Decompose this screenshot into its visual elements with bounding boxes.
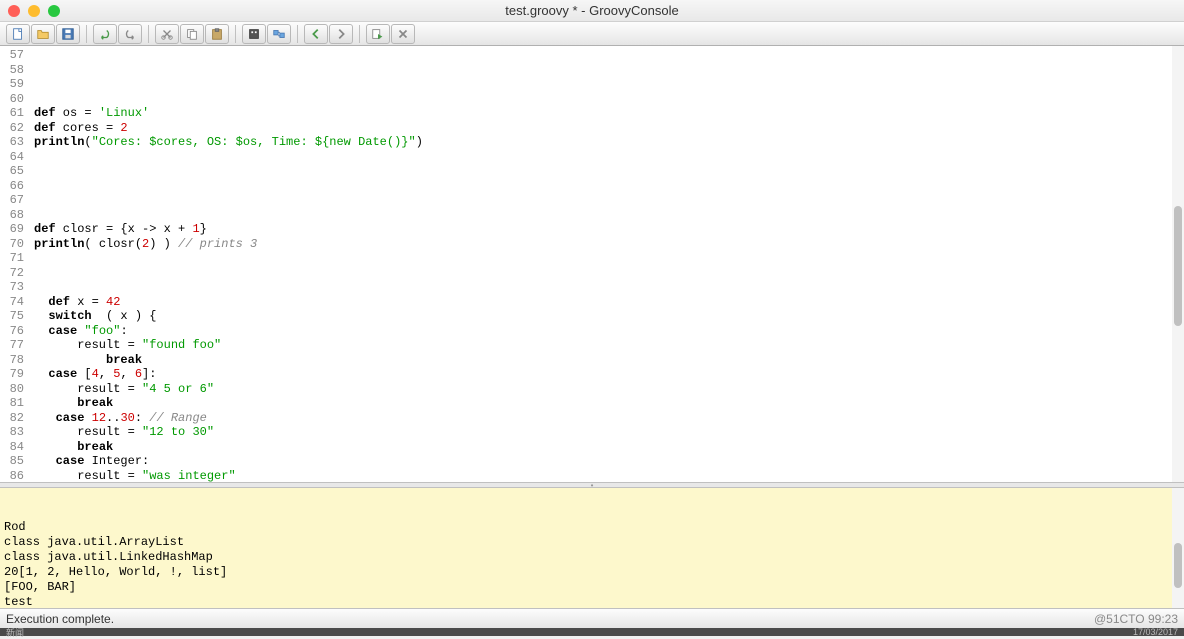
output-console[interactable]: Rod class java.util.ArrayList class java… <box>0 488 1184 608</box>
replace-button[interactable] <box>267 24 291 44</box>
history-next-icon <box>334 27 348 41</box>
cut-button[interactable] <box>155 24 179 44</box>
history-next-button[interactable] <box>329 24 353 44</box>
title-bar: test.groovy * - GroovyConsole <box>0 0 1184 22</box>
editor-scroll-thumb[interactable] <box>1174 206 1182 326</box>
history-prev-button[interactable] <box>304 24 328 44</box>
watermark-text: @51CTO <box>1094 612 1145 626</box>
history-prev-icon <box>309 27 323 41</box>
cut-icon <box>160 27 174 41</box>
copy-button[interactable] <box>180 24 204 44</box>
output-content: Rod class java.util.ArrayList class java… <box>4 520 1180 608</box>
code-editor[interactable]: 57 58 59 60 61 62 63 64 65 66 67 68 69 7… <box>0 46 1184 482</box>
paste-button[interactable] <box>205 24 229 44</box>
line-number-gutter: 57 58 59 60 61 62 63 64 65 66 67 68 69 7… <box>0 46 30 482</box>
copy-icon <box>185 27 199 41</box>
run-icon <box>371 27 385 41</box>
undo-icon <box>98 27 112 41</box>
minimize-window-button[interactable] <box>28 5 40 17</box>
open-file-button[interactable] <box>31 24 55 44</box>
os-bottom-strip: 新闻 17/03/2017 <box>0 628 1184 636</box>
paste-icon <box>210 27 224 41</box>
new-file-button[interactable] <box>6 24 30 44</box>
cursor-position: 99:23 <box>1148 612 1178 626</box>
undo-button[interactable] <box>93 24 117 44</box>
open-file-icon <box>36 27 50 41</box>
save-icon <box>61 27 75 41</box>
replace-icon <box>272 27 286 41</box>
find-icon <box>247 27 261 41</box>
run-button[interactable] <box>366 24 390 44</box>
find-button[interactable] <box>242 24 266 44</box>
window-title: test.groovy * - GroovyConsole <box>8 3 1176 18</box>
zoom-window-button[interactable] <box>48 5 60 17</box>
code-content[interactable]: def os = 'Linux' def cores = 2 println("… <box>30 46 1184 482</box>
bottom-left-text: 新闻 <box>6 626 24 639</box>
output-scrollbar[interactable] <box>1172 488 1184 608</box>
stop-icon <box>396 27 410 41</box>
editor-scrollbar[interactable] <box>1172 46 1184 482</box>
redo-button[interactable] <box>118 24 142 44</box>
stop-button[interactable] <box>391 24 415 44</box>
new-file-icon <box>11 27 25 41</box>
toolbar <box>0 22 1184 46</box>
status-right-group: @51CTO 99:23 <box>1094 612 1178 626</box>
output-scroll-thumb[interactable] <box>1174 543 1182 588</box>
status-bar: Execution complete. @51CTO 99:23 <box>0 608 1184 628</box>
close-window-button[interactable] <box>8 5 20 17</box>
status-message: Execution complete. <box>6 612 114 626</box>
window-controls <box>8 5 60 17</box>
save-button[interactable] <box>56 24 80 44</box>
redo-icon <box>123 27 137 41</box>
